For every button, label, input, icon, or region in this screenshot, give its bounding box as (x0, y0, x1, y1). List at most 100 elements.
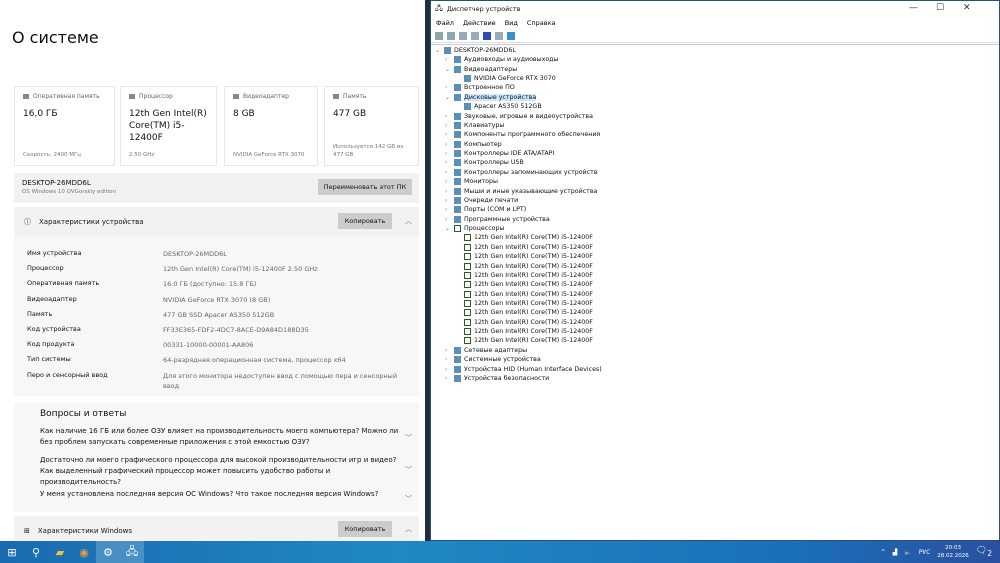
question-2[interactable]: Достаточно ли моего графического процесс… (40, 455, 400, 488)
properties-icon[interactable] (459, 31, 467, 40)
tree-item[interactable]: › Программные устройства (445, 215, 550, 224)
tree-item[interactable]: › Очереди печати (445, 196, 518, 205)
question-3[interactable]: У меня установлена последняя версия ОС W… (40, 489, 400, 500)
tree-item[interactable]: 12th Gen Intel(R) Core(TM) i5-12400F (455, 280, 593, 289)
menu-file[interactable]: Файл (436, 19, 454, 27)
tree-item[interactable]: › Компоненты программного обеспечения (445, 130, 600, 139)
chevron-down-icon[interactable]: ﹀ (405, 465, 412, 475)
expand-right-icon[interactable]: › (445, 169, 451, 176)
tree-item[interactable]: Apacer AS350 512GB (455, 102, 542, 111)
tree-item[interactable]: › Контроллеры запоминающих устройств (445, 168, 598, 177)
tree-item[interactable]: › Звуковые, игровые и видеоустройства (445, 112, 593, 121)
minimize-button[interactable]: — (909, 3, 918, 13)
tree-item[interactable]: 12th Gen Intel(R) Core(TM) i5-12400F (455, 262, 593, 271)
tree-item[interactable]: 12th Gen Intel(R) Core(TM) i5-12400F (455, 271, 593, 280)
tree-item[interactable]: 12th Gen Intel(R) Core(TM) i5-12400F (455, 299, 593, 308)
expand-right-icon[interactable]: › (445, 122, 451, 129)
search-icon[interactable]: ⚲ (24, 541, 48, 563)
file-explorer-icon[interactable]: ▰ (48, 541, 72, 563)
spec-value: Для этого монитора недоступен ввод с пом… (163, 371, 398, 390)
tree-item[interactable]: 12th Gen Intel(R) Core(TM) i5-12400F (455, 318, 593, 327)
show-hidden-icon[interactable] (495, 31, 503, 40)
monitor-icon[interactable] (507, 31, 515, 40)
tree-item[interactable]: › Сетевые адаптеры (445, 346, 527, 355)
tree-item[interactable]: ⌄ Дисковые устройства (445, 93, 537, 102)
tree-item[interactable]: ⌄ Видеоадаптеры (445, 65, 517, 74)
expand-right-icon[interactable]: › (445, 356, 451, 363)
tree-item[interactable]: › Контроллеры USB (445, 158, 524, 167)
expand-right-icon[interactable]: › (445, 197, 451, 204)
tree-item[interactable]: › Клавиатуры (445, 121, 504, 130)
expand-right-icon[interactable]: › (445, 131, 451, 138)
expand-right-icon[interactable]: › (445, 141, 451, 148)
forward-icon[interactable] (447, 31, 455, 40)
chevron-down-icon[interactable]: ﹀ (405, 433, 412, 443)
chrome-icon[interactable]: ◉ (72, 541, 96, 563)
network-icon[interactable]: ▟ (893, 549, 898, 556)
chevron-up-icon[interactable]: ^ (881, 549, 886, 556)
expand-down-icon[interactable]: ⌄ (445, 66, 451, 73)
chevron-down-icon[interactable]: ﹀ (405, 494, 412, 504)
tree-item[interactable]: 12th Gen Intel(R) Core(TM) i5-12400F (455, 308, 593, 317)
tree-item[interactable]: ⌄ Процессоры (445, 224, 505, 233)
processor-icon (464, 337, 471, 345)
chevron-up-icon[interactable]: ︿ (405, 216, 412, 226)
copy-windows-specs-button[interactable]: Копировать (338, 521, 392, 537)
expand-right-icon[interactable]: › (445, 159, 451, 166)
tree-item[interactable]: › Устройства безопасности (445, 374, 549, 383)
expand-right-icon[interactable]: › (445, 150, 451, 157)
tree-item[interactable]: › Аудиовходы и аудиовыходы (445, 55, 559, 64)
back-icon[interactable] (435, 31, 443, 40)
clock[interactable]: 20:03 28.02.2026 (937, 544, 969, 560)
expand-right-icon[interactable]: › (445, 178, 451, 185)
rename-pc-button[interactable]: Переименовать этот ПК (318, 179, 412, 195)
tree-item[interactable]: › Устройства HID (Human Interface Devices… (445, 365, 602, 374)
expand-right-icon[interactable]: › (445, 56, 451, 63)
expand-right-icon[interactable]: › (445, 206, 451, 213)
tree-item[interactable]: 12th Gen Intel(R) Core(TM) i5-12400F (455, 252, 593, 261)
tree-item[interactable]: 12th Gen Intel(R) Core(TM) i5-12400F (455, 243, 593, 252)
expand-right-icon[interactable]: › (445, 188, 451, 195)
tree-item[interactable]: 12th Gen Intel(R) Core(TM) i5-12400F (455, 327, 593, 336)
tree-item[interactable]: › Встроенное ПО (445, 83, 515, 92)
help-icon[interactable] (483, 31, 491, 40)
tree-item[interactable]: ⌄ DESKTOP-26MDD6L (435, 46, 516, 55)
tree-item[interactable]: 12th Gen Intel(R) Core(TM) i5-12400F (455, 336, 593, 345)
expand-right-icon[interactable]: › (445, 347, 451, 354)
tree-item[interactable]: 12th Gen Intel(R) Core(TM) i5-12400F (455, 290, 593, 299)
tree-item[interactable]: › Контроллеры IDE ATA/ATAPI (445, 149, 554, 158)
expand-down-icon[interactable]: ⌄ (445, 94, 451, 101)
settings-icon[interactable]: ⚙ (96, 541, 120, 563)
expand-right-icon[interactable]: › (445, 366, 451, 373)
tree-item[interactable]: › Компьютер (445, 140, 502, 149)
expand-down-icon[interactable]: ⌄ (445, 225, 451, 232)
tree-item[interactable]: NVIDIA GeForce RTX 3070 (455, 74, 556, 83)
tree-item[interactable]: › Порты (COM и LPT) (445, 205, 526, 214)
expand-right-icon[interactable]: › (445, 113, 451, 120)
volume-icon[interactable]: 🔈 (904, 549, 911, 556)
close-button[interactable]: ✕ (963, 3, 971, 13)
start-button[interactable]: ⊞ (0, 541, 24, 563)
menu-help[interactable]: Справка (527, 19, 556, 27)
notification-icon[interactable]: 🗨2 (976, 546, 992, 558)
maximize-button[interactable]: ☐ (936, 3, 944, 13)
device-icon (454, 196, 461, 204)
menu-action[interactable]: Действие (463, 19, 496, 27)
expand-right-icon[interactable]: › (445, 216, 451, 223)
tree-item[interactable]: › Системные устройства (445, 355, 541, 364)
device-manager-taskbar-icon[interactable]: 🖧 (120, 541, 144, 563)
copy-specs-button[interactable]: Копировать (338, 213, 392, 229)
language-indicator[interactable]: РУС (919, 549, 930, 556)
tree-item-label: 12th Gen Intel(R) Core(TM) i5-12400F (474, 337, 593, 345)
expand-right-icon[interactable]: › (445, 375, 451, 382)
update-icon[interactable] (471, 31, 479, 40)
expand-right-icon[interactable]: › (445, 84, 451, 91)
tree-item[interactable]: 12th Gen Intel(R) Core(TM) i5-12400F (455, 233, 593, 242)
question-1[interactable]: Как наличие 16 ГБ или более ОЗУ влияет н… (40, 426, 400, 448)
tree-item[interactable]: › Мыши и иные указывающие устройства (445, 187, 597, 196)
expand-down-icon[interactable]: ⌄ (435, 47, 441, 54)
tree-item-label: 12th Gen Intel(R) Core(TM) i5-12400F (474, 309, 593, 317)
chevron-up-icon[interactable]: ︿ (405, 524, 412, 534)
tree-item[interactable]: › Мониторы (445, 177, 498, 186)
menu-view[interactable]: Вид (505, 19, 518, 27)
